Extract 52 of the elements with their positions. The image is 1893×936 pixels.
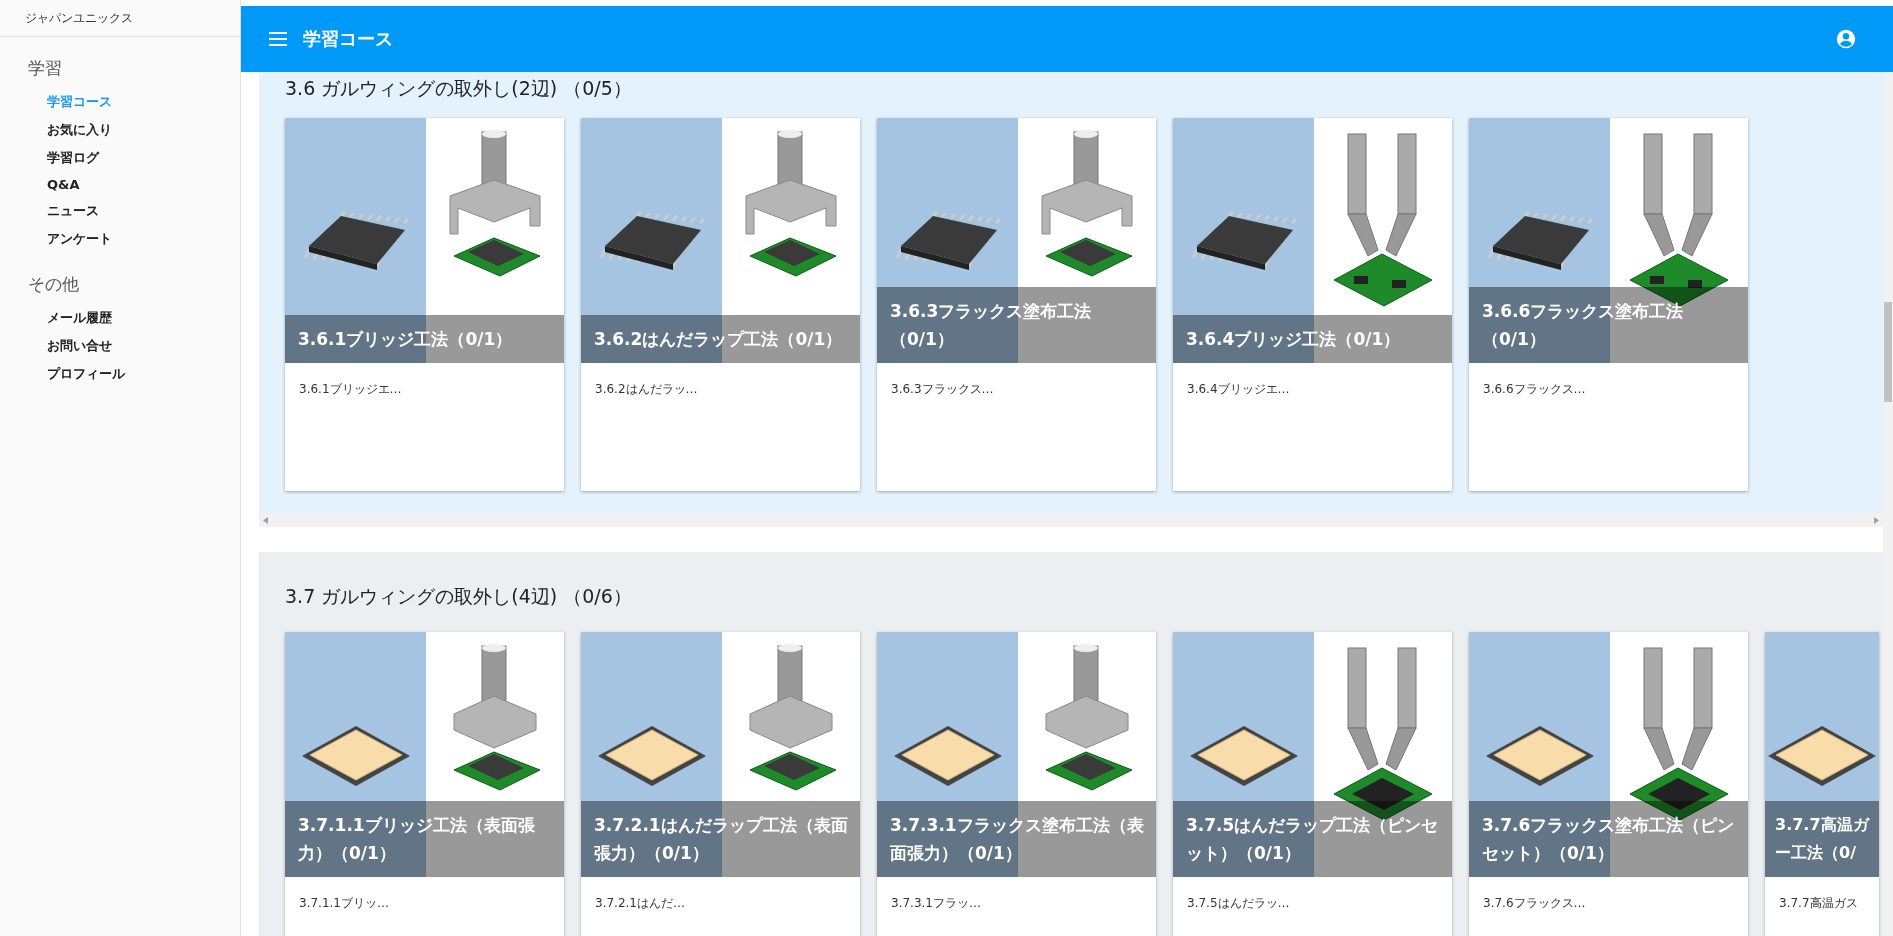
nav-item[interactable]: お問い合せ [0, 332, 240, 360]
lesson-card[interactable]: 3.6.1ブリッジ工法（0/1） 3.6.1ブリッジエ… [285, 118, 564, 491]
lesson-card[interactable]: 3.6.6フラックス塗布工法（0/1） 3.6.6フラックス… [1469, 118, 1748, 491]
lesson-caption: 3.6.3フラックス… [890, 381, 995, 398]
nav-item[interactable]: プロフィール [0, 360, 240, 388]
nav-item[interactable]: ニュース [0, 197, 240, 225]
nav-item[interactable]: アンケート [0, 225, 240, 253]
lesson-title: 3.6.1ブリッジ工法（0/1） [285, 315, 564, 363]
lesson-caption: 3.7.3.1フラッ… [890, 895, 982, 912]
lesson-card[interactable]: 3.7.5はんだラップ工法（ピンセット）（0/1） 3.7.5はんだラッ… [1173, 632, 1452, 936]
scroll-left-icon[interactable] [263, 516, 268, 524]
lesson-title: 3.6.6フラックス塗布工法（0/1） [1469, 287, 1748, 363]
lesson-caption: 3.7.2.1はんだ… [594, 895, 686, 912]
lesson-card[interactable]: 3.7.2.1はんだラップ工法（表面張力）（0/1） 3.7.2.1はんだ… [581, 632, 860, 936]
section-title: 3.6 ガルウィングの取外し(2辺) （0/5） [285, 76, 633, 101]
lesson-title: 3.7.6フラックス塗布工法（ピンセット）（0/1） [1469, 801, 1748, 877]
scrollbar-thumb[interactable] [1884, 302, 1892, 402]
lesson-caption: 3.6.6フラックス… [1482, 381, 1587, 398]
lesson-title: 3.7.3.1フラックス塗布工法（表面張力）（0/1） [877, 801, 1156, 877]
nav-item[interactable]: メール履歴 [0, 304, 240, 332]
nav-item[interactable]: 学習ログ [0, 144, 240, 172]
lesson-title: 3.7.2.1はんだラップ工法（表面張力）（0/1） [581, 801, 860, 877]
horizontal-scrollbar[interactable] [259, 513, 1883, 527]
lesson-caption: 3.6.2はんだラッ… [594, 381, 699, 398]
lesson-caption: 3.7.7高温ガス [1778, 895, 1859, 912]
vertical-scrollbar[interactable] [1883, 72, 1893, 936]
lesson-title: 3.6.2はんだラップ工法（0/1） [581, 315, 860, 363]
lesson-caption: 3.7.1.1ブリッ… [298, 895, 390, 912]
section-title: 3.7 ガルウィングの取外し(4辺) （0/6） [285, 584, 633, 609]
lesson-card[interactable]: 3.6.3フラックス塗布工法（0/1） 3.6.3フラックス… [877, 118, 1156, 491]
nav-group-title: 学習 [27, 57, 63, 80]
lesson-card[interactable]: 3.7.7高温ガー工法（0/ 3.7.7高温ガス [1765, 632, 1879, 936]
lesson-caption: 3.6.4ブリッジエ… [1186, 381, 1291, 398]
lesson-title: 3.7.7高温ガー工法（0/ [1765, 801, 1879, 877]
lesson-card[interactable]: 3.7.1.1ブリッジ工法（表面張力）（0/1） 3.7.1.1ブリッ… [285, 632, 564, 936]
nav-group-title: その他 [27, 273, 80, 296]
lesson-title: 3.6.3フラックス塗布工法（0/1） [877, 287, 1156, 363]
lesson-caption: 3.7.5はんだラッ… [1186, 895, 1291, 912]
lesson-card[interactable]: 3.7.3.1フラックス塗布工法（表面張力）（0/1） 3.7.3.1フラッ… [877, 632, 1156, 936]
nav-item[interactable]: お気に入り [0, 116, 240, 144]
lesson-card[interactable]: 3.6.2はんだラップ工法（0/1） 3.6.2はんだラッ… [581, 118, 860, 491]
lesson-title: 3.7.5はんだラップ工法（ピンセット）（0/1） [1173, 801, 1452, 877]
lesson-card[interactable]: 3.6.4ブリッジ工法（0/1） 3.6.4ブリッジエ… [1173, 118, 1452, 491]
nav-item[interactable]: Q&A [0, 172, 240, 197]
lesson-caption: 3.6.1ブリッジエ… [298, 381, 403, 398]
scroll-right-icon[interactable] [1874, 516, 1879, 524]
lesson-title: 3.7.1.1ブリッジ工法（表面張力）（0/1） [285, 801, 564, 877]
lesson-caption: 3.7.6フラックス… [1482, 895, 1587, 912]
lesson-card[interactable]: 3.7.6フラックス塗布工法（ピンセット）（0/1） 3.7.6フラックス… [1469, 632, 1748, 936]
lesson-title: 3.6.4ブリッジ工法（0/1） [1173, 315, 1452, 363]
page-title: 学習コース [303, 27, 394, 51]
brand-name: ジャパンユニックス [25, 9, 133, 27]
